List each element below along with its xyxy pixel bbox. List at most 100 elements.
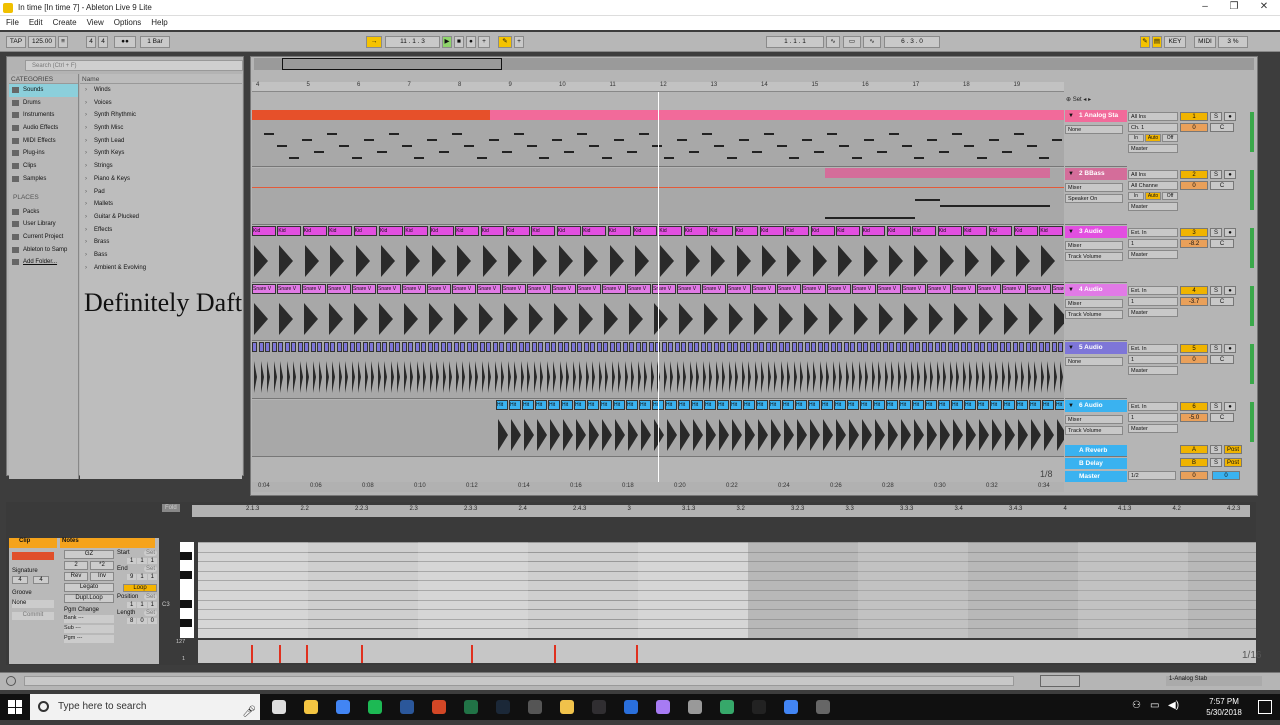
audio-clip[interactable]: Snare V — [552, 284, 576, 294]
audio-clip[interactable]: Hit — [678, 400, 690, 410]
audio-clip[interactable] — [973, 342, 979, 352]
audio-clip[interactable] — [427, 342, 433, 352]
audio-clip[interactable] — [687, 342, 693, 352]
chrome-icon[interactable] — [336, 700, 350, 714]
audio-clip[interactable] — [291, 342, 296, 352]
loop-length-field[interactable]: 6 . 3 . 0 — [884, 36, 940, 48]
menu-create[interactable]: Create — [47, 16, 77, 27]
velocity-marker[interactable] — [554, 645, 556, 663]
audio-clip[interactable]: Hit — [613, 400, 625, 410]
punch-out-icon[interactable]: ∿ — [863, 36, 881, 48]
browser-item[interactable]: Pad — [80, 186, 242, 199]
audio-clip[interactable] — [492, 342, 498, 352]
audio-clip[interactable] — [473, 342, 478, 352]
audio-clip[interactable] — [759, 342, 764, 352]
status-indicator-icon[interactable] — [6, 676, 16, 686]
audio-clip[interactable] — [323, 342, 329, 352]
menu-edit[interactable]: Edit — [23, 16, 43, 27]
time-ruler[interactable]: 0:04 0:06 0:08 0:10 0:12 0:14 0:16 0:18 0:20 0:22… — [252, 482, 1064, 492]
audio-clip[interactable] — [843, 342, 849, 352]
audio-clip[interactable] — [564, 342, 569, 352]
word-icon[interactable] — [400, 700, 414, 714]
audio-clip[interactable] — [681, 342, 686, 352]
track-header[interactable]: 3 Audio Mixer Track Volume — [1065, 226, 1127, 283]
device-select[interactable]: Mixer — [1065, 415, 1123, 424]
chrome-icon[interactable] — [784, 700, 798, 714]
audio-clip[interactable] — [895, 342, 901, 352]
menu-options[interactable]: Options — [108, 16, 142, 27]
audio-clip[interactable]: Kid — [556, 226, 581, 236]
audio-clip[interactable] — [375, 342, 381, 352]
audio-clip[interactable] — [518, 342, 524, 352]
audio-clip[interactable]: Snare V — [902, 284, 926, 294]
audio-clip[interactable]: Snare V — [352, 284, 376, 294]
set-locator[interactable]: ⊕ Set ◂ ▸ — [1066, 96, 1126, 104]
follow-icon[interactable]: → — [366, 36, 382, 48]
start-sixteenth[interactable]: 1 — [147, 558, 157, 564]
pan-field[interactable]: C — [1210, 355, 1234, 364]
audio-clip[interactable]: Hit — [1016, 400, 1028, 410]
audio-clip[interactable] — [330, 342, 335, 352]
audio-clip[interactable] — [460, 342, 465, 352]
audio-clip[interactable] — [603, 342, 608, 352]
obs-icon[interactable] — [592, 700, 606, 714]
track-name[interactable]: 4 Audio — [1065, 284, 1127, 296]
audio-clip[interactable] — [674, 342, 680, 352]
device-select[interactable]: None — [1065, 357, 1123, 366]
audio-clip[interactable] — [382, 342, 387, 352]
track-number[interactable]: 2 — [1180, 170, 1208, 179]
audio-clip[interactable] — [863, 342, 868, 352]
browser-item[interactable]: Synth Rhythmic — [80, 109, 242, 122]
audio-clip[interactable]: Kid — [912, 226, 937, 236]
audio-clip[interactable] — [889, 342, 894, 352]
audio-clip[interactable]: Hit — [834, 400, 846, 410]
audio-clip[interactable]: Snare V — [652, 284, 676, 294]
browser-item[interactable]: Synth Misc — [80, 122, 242, 135]
audio-clip[interactable]: Kid — [963, 226, 988, 236]
audio-clip[interactable] — [284, 342, 290, 352]
audio-clip[interactable]: Snare V — [852, 284, 876, 294]
track-header[interactable]: 5 Audio None — [1065, 342, 1127, 399]
audio-clip[interactable] — [349, 342, 355, 352]
audio-clip[interactable]: Snare V — [327, 284, 351, 294]
audio-clip[interactable] — [733, 342, 738, 352]
arm-button[interactable]: ● — [1224, 170, 1236, 179]
browser-item[interactable]: Synth Lead — [80, 135, 242, 148]
detail-grid[interactable]: 1/16 — [1242, 650, 1261, 661]
category-sounds[interactable]: Sounds — [9, 84, 78, 97]
audio-clip[interactable]: Hit — [574, 400, 586, 410]
audio-clip[interactable]: Kid — [633, 226, 657, 236]
track-name[interactable]: 5 Audio — [1065, 342, 1127, 354]
audio-clip[interactable]: Hit — [899, 400, 911, 410]
audio-clip[interactable] — [512, 342, 517, 352]
audio-clip[interactable] — [1019, 342, 1024, 352]
audio-clip[interactable]: Hit — [704, 400, 716, 410]
arm-button[interactable]: ● — [1224, 402, 1236, 411]
end-bar[interactable]: 9 — [126, 574, 137, 580]
audio-clip[interactable]: Hit — [951, 400, 963, 410]
audio-clip[interactable] — [967, 342, 972, 352]
audio-clip[interactable] — [616, 342, 621, 352]
set-position-button[interactable]: Set — [143, 594, 157, 600]
arm-button[interactable]: ● — [1224, 286, 1236, 295]
audio-clip[interactable] — [817, 342, 823, 352]
audio-clip[interactable] — [297, 342, 303, 352]
browser-item[interactable]: Voices — [80, 97, 242, 110]
audio-clip[interactable]: Snare V — [627, 284, 651, 294]
length-bar[interactable]: 8 — [126, 618, 137, 624]
solo-button[interactable]: S — [1210, 458, 1222, 467]
audio-clip[interactable] — [388, 342, 394, 352]
audio-clip[interactable]: Snare V — [302, 284, 326, 294]
audio-clip[interactable] — [590, 342, 595, 352]
param-select[interactable]: Track Volume — [1065, 426, 1123, 435]
input-channel-select[interactable]: 1 — [1128, 239, 1178, 248]
black-key[interactable] — [180, 599, 192, 608]
audio-clip[interactable] — [421, 342, 426, 352]
audio-clip[interactable]: Snare V — [277, 284, 301, 294]
audio-clip[interactable] — [440, 342, 446, 352]
audio-clip[interactable] — [310, 342, 316, 352]
punch-in-icon[interactable]: ∿ — [826, 36, 840, 48]
audio-clip[interactable] — [629, 342, 634, 352]
audio-clip[interactable]: Snare V — [702, 284, 726, 294]
audio-clip[interactable]: Kid — [760, 226, 784, 236]
